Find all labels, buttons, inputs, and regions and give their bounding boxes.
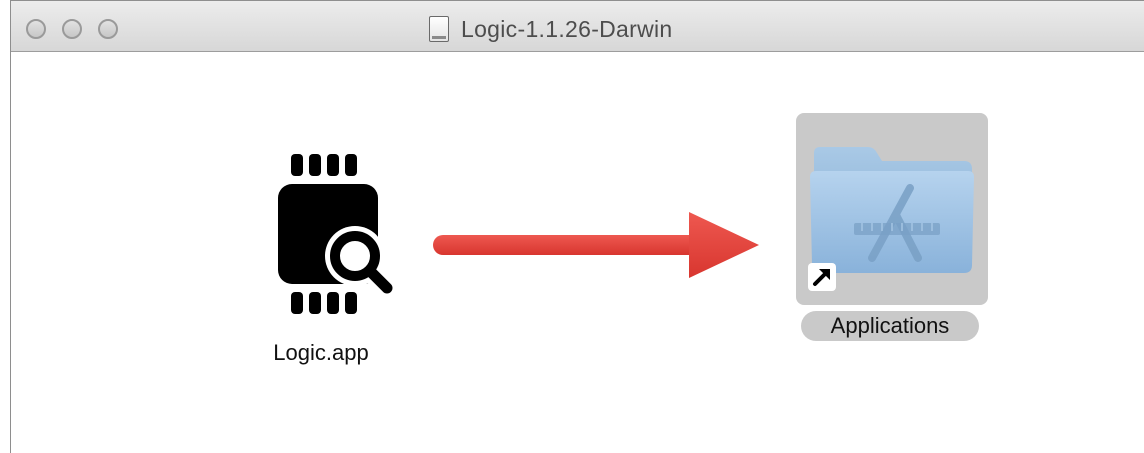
- logic-app-label: Logic.app: [273, 340, 369, 365]
- applications-label: Applications: [801, 311, 979, 341]
- title-bar[interactable]: Logic-1.1.26-Darwin: [11, 1, 1144, 52]
- minimize-button[interactable]: [62, 19, 82, 39]
- window-title: Logic-1.1.26-Darwin: [461, 15, 673, 42]
- finder-window: Logic-1.1.26-Darwin Logic.app Applicatio…: [10, 0, 1144, 453]
- disk-image-icon: [429, 16, 449, 42]
- applications-folder-icon[interactable]: [806, 143, 978, 283]
- applications-folder-item[interactable]: Applications: [796, 113, 991, 343]
- logic-app-item[interactable]: Logic.app: [251, 152, 401, 372]
- window-title-wrap: Logic-1.1.26-Darwin: [429, 14, 673, 44]
- window-content: Logic.app Applications: [11, 52, 1144, 453]
- close-button[interactable]: [26, 19, 46, 39]
- logic-app-icon[interactable]: [263, 152, 393, 317]
- drag-arrow-icon: [433, 212, 759, 278]
- zoom-button[interactable]: [98, 19, 118, 39]
- applications-selection-highlight: [796, 113, 988, 305]
- alias-arrow-icon: [808, 263, 836, 291]
